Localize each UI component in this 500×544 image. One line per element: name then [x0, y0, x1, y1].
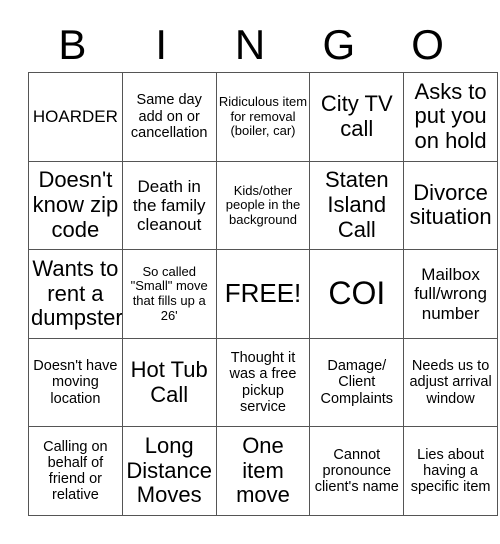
- bingo-row: Calling on behalf of friend or relative …: [28, 426, 498, 516]
- bingo-cell-b2[interactable]: Doesn't know zip code: [28, 160, 123, 251]
- bingo-header-letter-n: N: [234, 21, 266, 68]
- bingo-cell-n5[interactable]: One item move: [215, 426, 311, 516]
- bingo-cell-i4[interactable]: Hot Tub Call: [121, 337, 217, 428]
- bingo-cell-o4[interactable]: Needs us to adjust arrival window: [403, 337, 498, 428]
- bingo-header-letter-b: B: [58, 21, 87, 68]
- bingo-cell-o3[interactable]: Mailbox full/wrong number: [403, 249, 498, 339]
- bingo-cell-o1[interactable]: Asks to put you on hold: [403, 72, 498, 162]
- bingo-cell-o2[interactable]: Divorce situation: [403, 160, 498, 251]
- bingo-row: Doesn't know zip code Death in the famil…: [28, 160, 498, 251]
- bingo-header-letter-g: G: [322, 21, 356, 68]
- bingo-cell-i1[interactable]: Same day add on or cancellation: [121, 72, 217, 162]
- bingo-cell-i2[interactable]: Death in the family cleanout: [121, 160, 217, 251]
- bingo-cell-b4[interactable]: Doesn't have moving location: [28, 337, 123, 428]
- bingo-cell-g5[interactable]: Cannot pronounce client's name: [309, 426, 405, 516]
- bingo-cell-i5[interactable]: Long Distance Moves: [121, 426, 217, 516]
- bingo-cell-b5[interactable]: Calling on behalf of friend or relative: [28, 426, 123, 516]
- bingo-row: Doesn't have moving location Hot Tub Cal…: [28, 337, 498, 428]
- bingo-cell-g2[interactable]: Staten Island Call: [309, 160, 405, 251]
- bingo-header-letter-i: I: [155, 21, 168, 68]
- bingo-header-row: B I N G O: [28, 18, 472, 72]
- bingo-card: B I N G O HOARDER Same day add on or can…: [0, 0, 500, 544]
- bingo-grid: HOARDER Same day add on or cancellation …: [28, 72, 498, 516]
- bingo-cell-g3[interactable]: COI: [309, 249, 405, 339]
- bingo-cell-b1[interactable]: HOARDER: [28, 72, 123, 162]
- bingo-header-letter-o: O: [411, 21, 444, 68]
- bingo-cell-n1[interactable]: Ridiculous item for removal (boiler, car…: [215, 72, 311, 162]
- bingo-cell-g1[interactable]: City TV call: [309, 72, 405, 162]
- bingo-cell-i3[interactable]: So called "Small" move that fills up a 2…: [121, 249, 217, 339]
- bingo-cell-n4[interactable]: Thought it was a free pickup service: [215, 337, 311, 428]
- bingo-cell-o5[interactable]: Lies about having a specific item: [403, 426, 498, 516]
- bingo-cell-g4[interactable]: Damage/ Client Complaints: [309, 337, 405, 428]
- bingo-row: HOARDER Same day add on or cancellation …: [28, 72, 498, 162]
- bingo-cell-b3[interactable]: Wants to rent a dumpster: [28, 249, 123, 339]
- bingo-cell-free-space[interactable]: FREE!: [215, 249, 311, 339]
- bingo-row: Wants to rent a dumpster So called "Smal…: [28, 249, 498, 339]
- bingo-cell-n2[interactable]: Kids/other people in the background: [215, 160, 311, 251]
